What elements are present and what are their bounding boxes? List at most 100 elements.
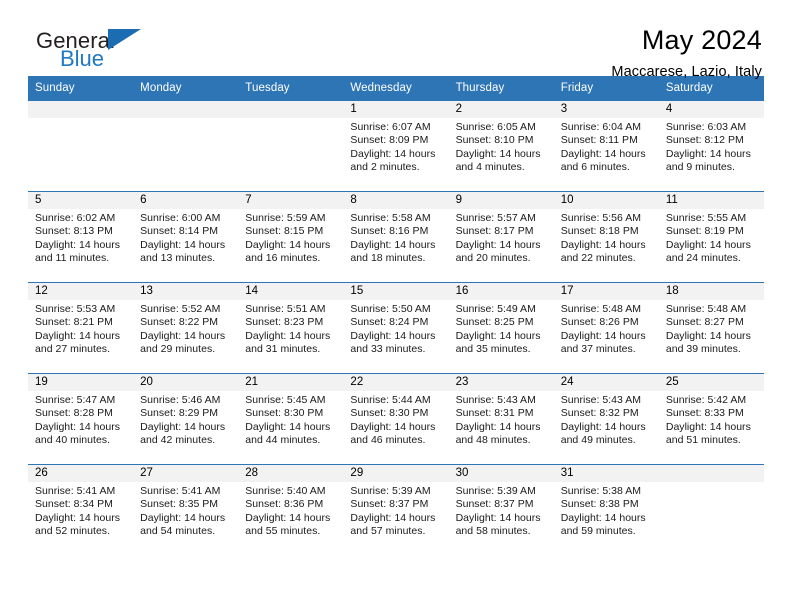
daylight-text: Daylight: 14 hours and 48 minutes. <box>455 420 541 447</box>
sunset-text: Sunset: 8:19 PM <box>665 225 744 238</box>
day-sun-info: Sunrise: 5:59 AM Sunset: 8:15 PM Daylight:… <box>238 209 343 266</box>
daylight-text: Daylight: 14 hours and 51 minutes. <box>665 420 751 447</box>
day-cell-inner: 6 Sunrise: 6:00 AM Sunset: 8:14 PM Daylight… <box>133 192 239 282</box>
day-number: 17 <box>553 283 659 300</box>
calendar-day-cell[interactable]: 12 Sunrise: 5:53 AM Sunset: 8:21 PM Dayligh… <box>28 282 134 374</box>
calendar-day-cell[interactable]: 24 Sunrise: 5:43 AM Sunset: 8:32 PM Dayligh… <box>553 373 659 465</box>
day-number: 1 <box>343 101 449 118</box>
calendar-day-cell[interactable]: 14 Sunrise: 5:51 AM Sunset: 8:23 PM Dayligh… <box>238 282 344 374</box>
daylight-text: Daylight: 14 hours and 13 minutes. <box>140 238 226 265</box>
calendar-day-cell[interactable]: 15 Sunrise: 5:50 AM Sunset: 8:24 PM Dayligh… <box>343 282 449 374</box>
day-sun-info: Sunrise: 5:50 AM Sunset: 8:24 PM Daylight:… <box>343 300 448 357</box>
calendar-day-cell[interactable]: 8 Sunrise: 5:58 AM Sunset: 8:16 PM Daylight… <box>343 191 449 283</box>
sunset-text: Sunset: 8:12 PM <box>665 134 744 147</box>
day-sun-info: Sunrise: 5:43 AM Sunset: 8:31 PM Daylight:… <box>449 391 554 448</box>
day-number: 7 <box>238 192 344 209</box>
calendar-day-cell[interactable]: 26 Sunrise: 5:41 AM Sunset: 8:34 PM Dayligh… <box>28 464 134 555</box>
sunrise-text: Sunrise: 5:52 AM <box>140 303 221 315</box>
calendar-day-cell[interactable]: 2 Sunrise: 6:05 AM Sunset: 8:10 PM Daylight… <box>448 100 554 192</box>
day-number: 12 <box>28 283 134 300</box>
daylight-text: Daylight: 14 hours and 33 minutes. <box>350 329 436 356</box>
calendar-day-cell[interactable]: 22 Sunrise: 5:44 AM Sunset: 8:30 PM Dayligh… <box>343 373 449 465</box>
general-blue-logo[interactable]: General Blue <box>28 26 158 74</box>
day-sun-info: Sunrise: 5:55 AM Sunset: 8:19 PM Daylight:… <box>659 209 764 266</box>
day-cell-inner: 22 Sunrise: 5:44 AM Sunset: 8:30 PM Dayligh… <box>343 374 449 464</box>
day-sun-info: Sunrise: 5:56 AM Sunset: 8:18 PM Daylight:… <box>554 209 659 266</box>
daylight-text: Daylight: 14 hours and 37 minutes. <box>560 329 646 356</box>
day-number: 20 <box>133 374 239 391</box>
calendar-day-cell[interactable]: 29 Sunrise: 5:39 AM Sunset: 8:37 PM Dayligh… <box>343 464 449 555</box>
daylight-text: Daylight: 14 hours and 49 minutes. <box>560 420 646 447</box>
weekday-header-sunday: Sunday <box>28 76 134 101</box>
day-number: 26 <box>28 465 134 482</box>
calendar-day-cell[interactable]: 6 Sunrise: 6:00 AM Sunset: 8:14 PM Daylight… <box>133 191 239 283</box>
day-cell-inner: 9 Sunrise: 5:57 AM Sunset: 8:17 PM Daylight… <box>448 192 554 282</box>
calendar-day-cell[interactable]: 11 Sunrise: 5:55 AM Sunset: 8:19 PM Dayligh… <box>658 191 764 283</box>
calendar-day-cell[interactable]: 3 Sunrise: 6:04 AM Sunset: 8:11 PM Daylight… <box>553 100 659 192</box>
daylight-text: Daylight: 14 hours and 44 minutes. <box>245 420 331 447</box>
day-cell-inner: 8 Sunrise: 5:58 AM Sunset: 8:16 PM Daylight… <box>343 192 449 282</box>
day-sun-info: Sunrise: 6:07 AM Sunset: 8:09 PM Daylight:… <box>343 118 448 175</box>
weekday-header-wednesday: Wednesday <box>343 76 449 101</box>
day-number: 22 <box>343 374 449 391</box>
calendar-day-cell[interactable]: 16 Sunrise: 5:49 AM Sunset: 8:25 PM Dayligh… <box>448 282 554 374</box>
sunset-text: Sunset: 8:11 PM <box>560 134 638 147</box>
day-cell-inner: 25 Sunrise: 5:42 AM Sunset: 8:33 PM Dayligh… <box>658 374 764 464</box>
calendar-day-cell[interactable]: 4 Sunrise: 6:03 AM Sunset: 8:12 PM Daylight… <box>658 100 764 192</box>
day-number: 23 <box>448 374 554 391</box>
day-sun-info: Sunrise: 6:00 AM Sunset: 8:14 PM Daylight:… <box>133 209 238 266</box>
sunrise-sunset-calendar: Sunday Monday Tuesday Wednesday Thursday… <box>28 76 764 555</box>
day-sun-info: Sunrise: 6:05 AM Sunset: 8:10 PM Daylight:… <box>449 118 554 175</box>
day-sun-info: Sunrise: 5:41 AM Sunset: 8:35 PM Daylight:… <box>133 482 238 539</box>
day-cell-inner: 17 Sunrise: 5:48 AM Sunset: 8:26 PM Dayligh… <box>553 283 659 373</box>
day-sun-info: Sunrise: 5:53 AM Sunset: 8:21 PM Daylight:… <box>28 300 133 357</box>
day-sun-info: Sunrise: 5:57 AM Sunset: 8:17 PM Daylight:… <box>449 209 554 266</box>
day-number: 9 <box>448 192 554 209</box>
sunset-text: Sunset: 8:14 PM <box>140 225 219 238</box>
sunset-text: Sunset: 8:16 PM <box>350 225 429 238</box>
sunrise-text: Sunrise: 6:04 AM <box>560 121 641 133</box>
calendar-day-cell[interactable]: 20 Sunrise: 5:46 AM Sunset: 8:29 PM Dayligh… <box>133 373 239 465</box>
day-cell-inner: 26 Sunrise: 5:41 AM Sunset: 8:34 PM Dayligh… <box>28 465 134 555</box>
day-number <box>658 465 764 482</box>
calendar-day-cell[interactable]: 21 Sunrise: 5:45 AM Sunset: 8:30 PM Dayligh… <box>238 373 344 465</box>
calendar-day-cell[interactable]: 17 Sunrise: 5:48 AM Sunset: 8:26 PM Dayligh… <box>553 282 659 374</box>
calendar-day-cell[interactable]: 1 Sunrise: 6:07 AM Sunset: 8:09 PM Daylight… <box>343 100 449 192</box>
weekday-header-thursday: Thursday <box>448 76 554 101</box>
day-cell-inner <box>133 101 239 191</box>
daylight-text: Daylight: 14 hours and 46 minutes. <box>350 420 436 447</box>
sunset-text: Sunset: 8:37 PM <box>350 498 429 511</box>
sunrise-text: Sunrise: 5:39 AM <box>350 485 431 497</box>
calendar-day-cell[interactable]: 30 Sunrise: 5:39 AM Sunset: 8:37 PM Dayligh… <box>448 464 554 555</box>
calendar-day-cell[interactable]: 25 Sunrise: 5:42 AM Sunset: 8:33 PM Dayligh… <box>658 373 764 465</box>
sunset-text: Sunset: 8:15 PM <box>245 225 324 238</box>
calendar-day-cell[interactable]: 13 Sunrise: 5:52 AM Sunset: 8:22 PM Dayligh… <box>133 282 239 374</box>
calendar-day-cell[interactable]: 28 Sunrise: 5:40 AM Sunset: 8:36 PM Dayligh… <box>238 464 344 555</box>
day-sun-info: Sunrise: 6:03 AM Sunset: 8:12 PM Daylight:… <box>659 118 764 175</box>
day-sun-info: Sunrise: 5:48 AM Sunset: 8:27 PM Daylight:… <box>659 300 764 357</box>
day-cell-inner: 21 Sunrise: 5:45 AM Sunset: 8:30 PM Dayligh… <box>238 374 344 464</box>
day-cell-inner: 12 Sunrise: 5:53 AM Sunset: 8:21 PM Dayligh… <box>28 283 134 373</box>
calendar-day-cell[interactable]: 10 Sunrise: 5:56 AM Sunset: 8:18 PM Dayligh… <box>553 191 659 283</box>
day-cell-inner: 31 Sunrise: 5:38 AM Sunset: 8:38 PM Dayligh… <box>553 465 659 555</box>
calendar-day-cell[interactable]: 31 Sunrise: 5:38 AM Sunset: 8:38 PM Dayligh… <box>553 464 659 555</box>
calendar-day-cell[interactable]: 19 Sunrise: 5:47 AM Sunset: 8:28 PM Dayligh… <box>28 373 134 465</box>
calendar-day-cell[interactable]: 5 Sunrise: 6:02 AM Sunset: 8:13 PM Daylight… <box>28 191 134 283</box>
daylight-text: Daylight: 14 hours and 22 minutes. <box>560 238 646 265</box>
day-sun-info: Sunrise: 5:48 AM Sunset: 8:26 PM Daylight:… <box>554 300 659 357</box>
sunset-text: Sunset: 8:26 PM <box>560 316 639 329</box>
calendar-day-cell[interactable]: 23 Sunrise: 5:43 AM Sunset: 8:31 PM Dayligh… <box>448 373 554 465</box>
calendar-day-cell[interactable]: 7 Sunrise: 5:59 AM Sunset: 8:15 PM Daylight… <box>238 191 344 283</box>
day-sun-info: Sunrise: 5:45 AM Sunset: 8:30 PM Daylight:… <box>238 391 343 448</box>
day-number: 4 <box>658 101 764 118</box>
sunset-text: Sunset: 8:35 PM <box>140 498 219 511</box>
day-number: 13 <box>133 283 239 300</box>
day-sun-info: Sunrise: 5:49 AM Sunset: 8:25 PM Daylight:… <box>449 300 554 357</box>
day-cell-inner: 19 Sunrise: 5:47 AM Sunset: 8:28 PM Dayligh… <box>28 374 134 464</box>
calendar-day-cell[interactable]: 27 Sunrise: 5:41 AM Sunset: 8:35 PM Dayligh… <box>133 464 239 555</box>
calendar-day-cell[interactable]: 18 Sunrise: 5:48 AM Sunset: 8:27 PM Dayligh… <box>658 282 764 374</box>
logo-text-blue: Blue <box>60 46 105 71</box>
day-number: 16 <box>448 283 554 300</box>
calendar-day-cell[interactable]: 9 Sunrise: 5:57 AM Sunset: 8:17 PM Daylight… <box>448 191 554 283</box>
sunrise-text: Sunrise: 5:41 AM <box>140 485 221 497</box>
